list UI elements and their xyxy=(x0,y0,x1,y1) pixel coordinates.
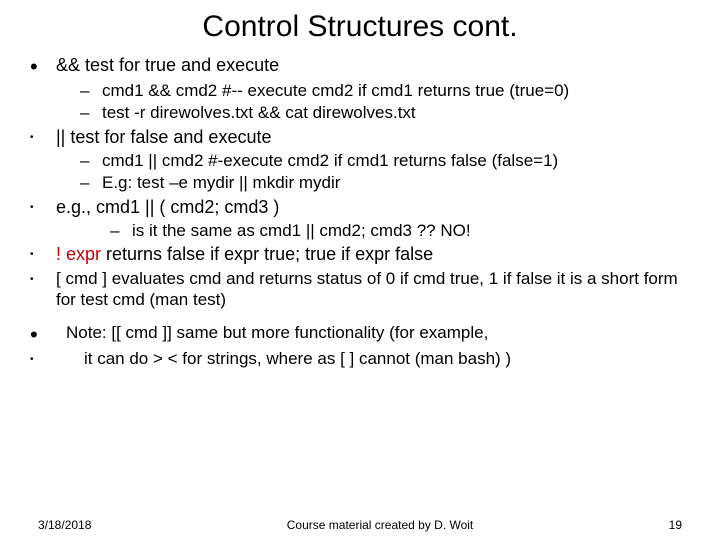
footer-page-number: 19 xyxy=(669,518,682,532)
sub-item: – test -r direwolves.txt && cat direwolv… xyxy=(80,102,690,123)
sub-text: test -r direwolves.txt && cat direwolves… xyxy=(102,102,690,123)
emphasis-no: NO! xyxy=(440,221,470,240)
bullet-icon: • xyxy=(30,196,56,213)
bullet-icon: • xyxy=(30,268,56,285)
bullet-item: • e.g., cmd1 || ( cmd2; cmd3 ) xyxy=(30,196,690,219)
slide-body: • && test for true and execute – cmd1 &&… xyxy=(30,54,690,370)
slide-title: Control Structures cont. xyxy=(30,10,690,44)
sub-text: cmd1 && cmd2 #-- execute cmd2 if cmd1 re… xyxy=(102,80,690,101)
bang-rest: returns false if expr true; true if expr… xyxy=(101,244,433,264)
sub-text: cmd1 || cmd2 #-execute cmd2 if cmd1 retu… xyxy=(102,150,690,171)
bullet-text: && test for true and execute xyxy=(56,54,690,77)
bullet-icon: • xyxy=(30,243,56,260)
footer-date: 3/18/2018 xyxy=(38,518,91,532)
bullet-item: • ! expr returns false if expr true; tru… xyxy=(30,243,690,266)
dash-icon: – xyxy=(80,150,102,171)
bullet-text: || test for false and execute xyxy=(56,126,690,149)
bullet-icon: • xyxy=(30,322,56,346)
sub-item: – cmd1 || cmd2 #-execute cmd2 if cmd1 re… xyxy=(80,150,690,171)
dash-icon: – xyxy=(80,102,102,123)
bullet-item: • [ cmd ] evaluates cmd and returns stat… xyxy=(30,268,690,311)
bullet-item: • && test for true and execute xyxy=(30,54,690,78)
slide: Control Structures cont. • && test for t… xyxy=(0,0,720,540)
subsub-item: – is it the same as cmd1 || cmd2; cmd3 ?… xyxy=(110,220,690,241)
dash-icon: – xyxy=(80,172,102,193)
bullet-item: • || test for false and execute xyxy=(30,126,690,149)
dash-icon: – xyxy=(80,80,102,101)
bullet-icon: • xyxy=(30,54,56,78)
subsub-text: is it the same as cmd1 || cmd2; cmd3 ?? … xyxy=(132,220,690,241)
bullet-text: Note: [[ cmd ]] same but more functional… xyxy=(56,322,690,343)
bullet-text: ! expr returns false if expr true; true … xyxy=(56,243,690,266)
subsub-text-part: is it the same as cmd1 || cmd2; cmd3 ?? xyxy=(132,221,440,240)
bullet-text: e.g., cmd1 || ( cmd2; cmd3 ) xyxy=(56,196,690,219)
footer-author: Course material created by D. Woit xyxy=(270,518,490,532)
bullet-item: • it can do > < for strings, where as [ … xyxy=(30,348,690,369)
sub-item: – cmd1 && cmd2 #-- execute cmd2 if cmd1 … xyxy=(80,80,690,101)
bullet-icon: • xyxy=(30,126,56,143)
sub-item: – E.g: test –e mydir || mkdir mydir xyxy=(80,172,690,193)
bullet-text: [ cmd ] evaluates cmd and returns status… xyxy=(56,268,690,311)
bullet-text: it can do > < for strings, where as [ ] … xyxy=(56,348,690,369)
bullet-item: • Note: [[ cmd ]] same but more function… xyxy=(30,322,690,346)
slide-footer: 3/18/2018 Course material created by D. … xyxy=(0,518,720,532)
dash-icon: – xyxy=(110,220,132,241)
sub-text: E.g: test –e mydir || mkdir mydir xyxy=(102,172,690,193)
bang-expr: ! expr xyxy=(56,244,101,264)
bullet-icon: • xyxy=(30,348,56,365)
